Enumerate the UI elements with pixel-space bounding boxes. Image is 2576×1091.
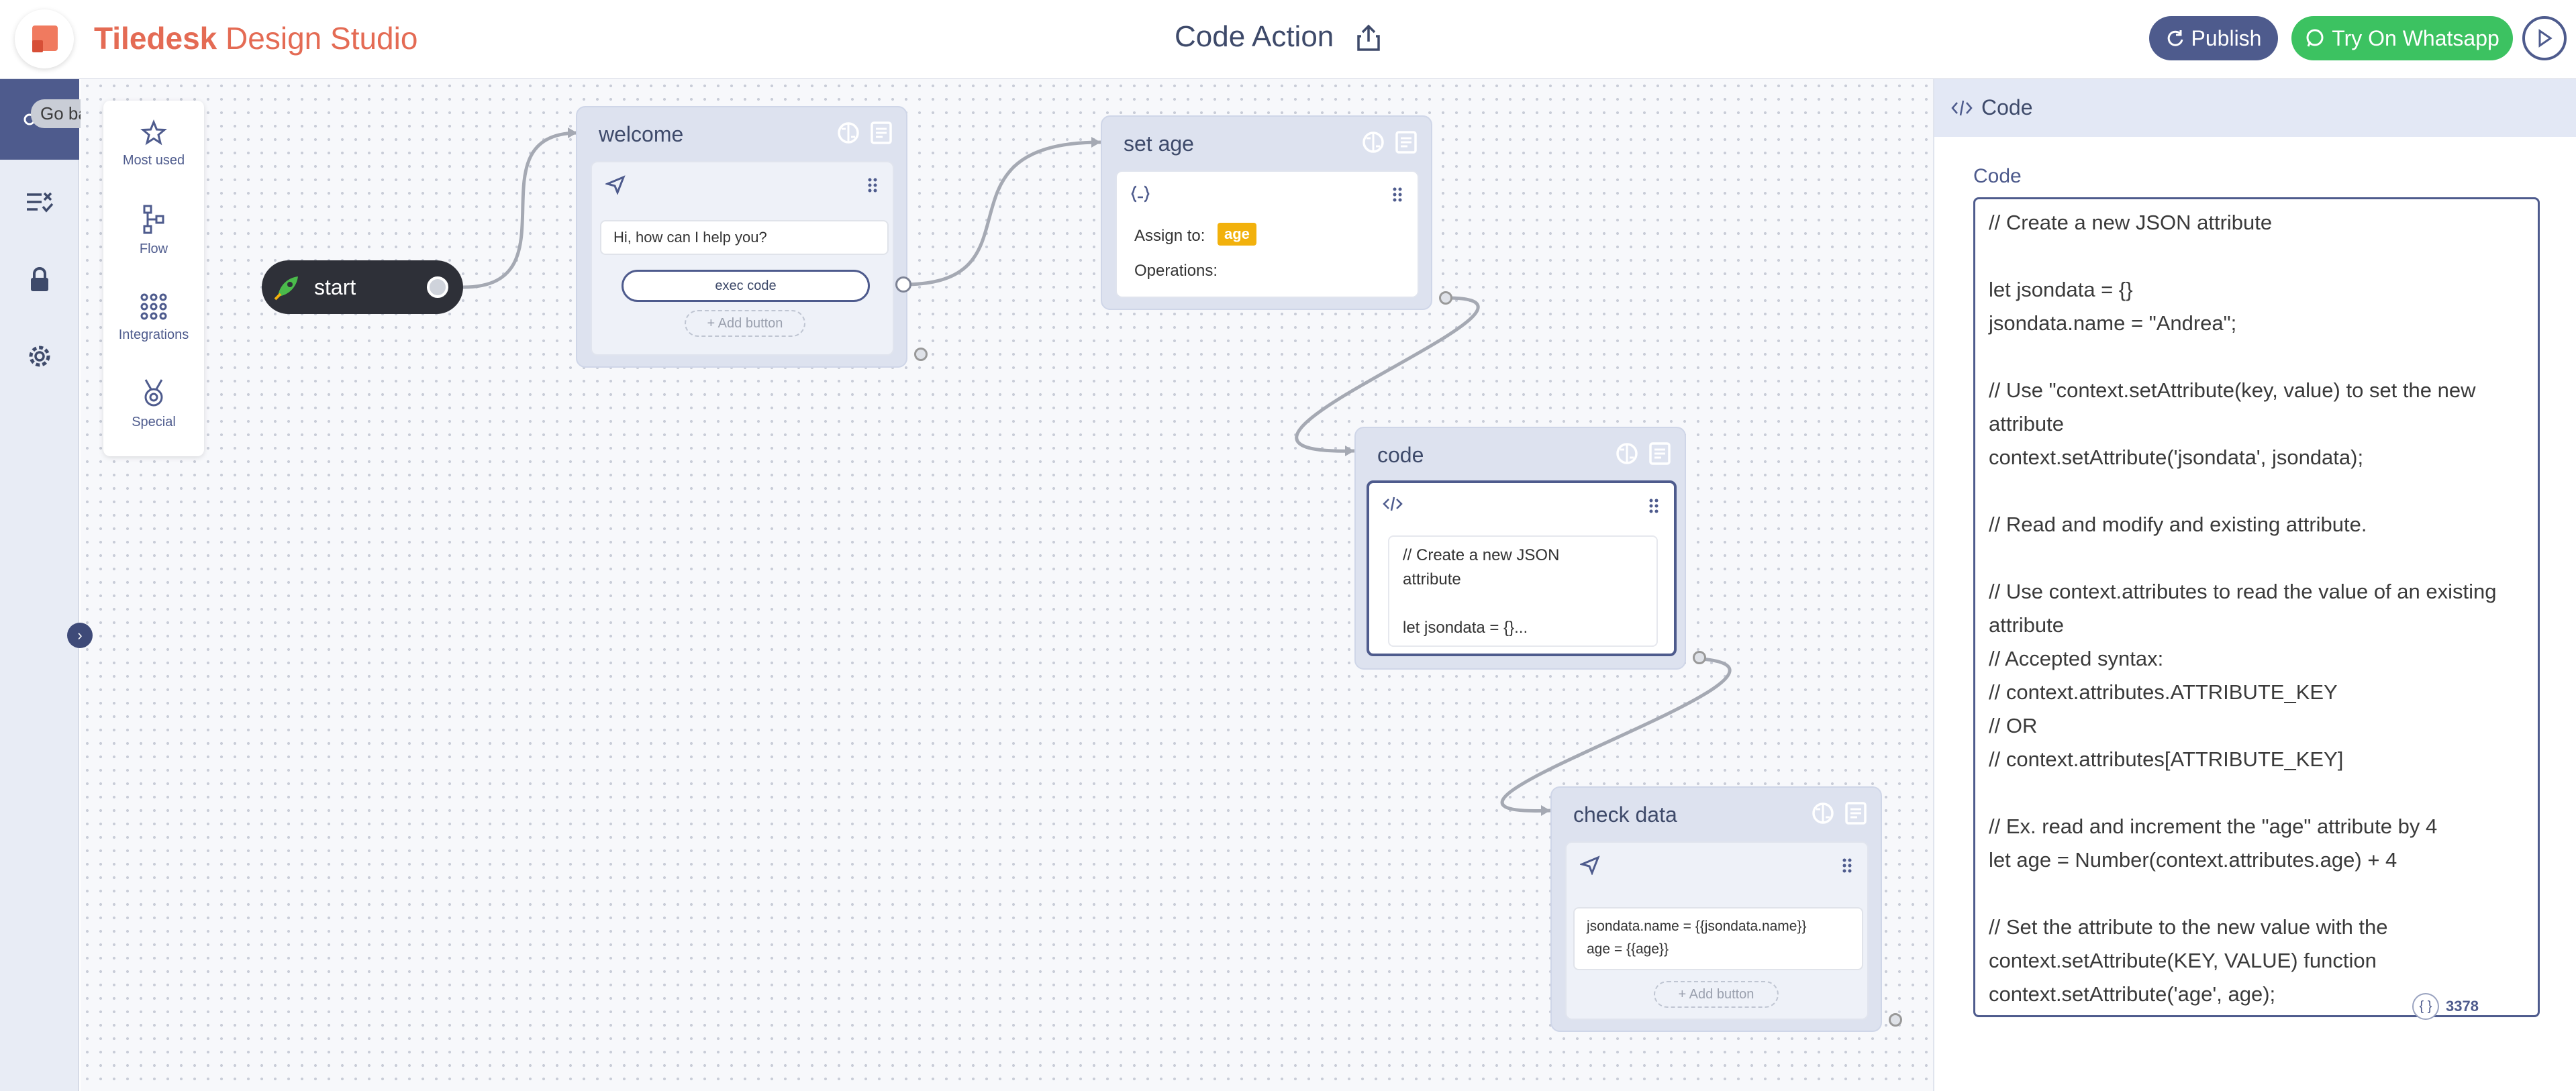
flow-icon [143, 205, 164, 234]
message-text[interactable]: Hi, how can I help you? [600, 220, 889, 255]
add-button[interactable]: + Add button [1654, 981, 1779, 1008]
code-action[interactable]: // Create a new JSON attribute let jsond… [1367, 480, 1677, 656]
play-button[interactable] [2522, 16, 2567, 60]
notes-icon[interactable] [1844, 801, 1867, 825]
add-button[interactable]: + Add button [685, 310, 805, 337]
code-line: attribute [1989, 412, 2065, 435]
code-preview[interactable]: // Create a new JSON attribute let jsond… [1388, 535, 1658, 647]
code-line: context.setAttribute(KEY, VALUE) functio… [1989, 949, 2377, 972]
brain-icon[interactable] [1361, 130, 1385, 154]
refresh-icon [2167, 30, 2183, 46]
set-age-output-port[interactable] [1439, 291, 1452, 305]
notes-icon[interactable] [1648, 441, 1671, 466]
code-line: jsondata.name = "Andrea"; [1989, 311, 2237, 335]
palette-flow[interactable]: Flow [103, 204, 204, 257]
code-line: // Use "context.setAttribute(key, value)… [1989, 378, 2476, 402]
code-line: // Accepted syntax: [1989, 647, 2164, 670]
drag-handle-icon[interactable] [1842, 858, 1852, 874]
operations-label: Operations: [1134, 262, 1218, 280]
integrations-icon [140, 293, 167, 320]
code-icon [1951, 100, 1973, 116]
palette-most-used[interactable]: Most used [103, 119, 204, 168]
braces-icon[interactable]: { } [2412, 993, 2439, 1020]
block-set-age[interactable]: set age Assign to: age Operations: [1101, 115, 1432, 310]
code-line: // Ex. read and increment the "age" attr… [1989, 815, 2438, 838]
variable-icon [1131, 185, 1150, 203]
publish-button[interactable]: Publish [2149, 16, 2278, 60]
brain-icon[interactable] [1615, 441, 1639, 466]
palette-special[interactable]: Special [103, 378, 204, 430]
code-editor[interactable]: // Create a new JSON attribute let jsonda… [1973, 197, 2540, 1017]
welcome-button-port[interactable] [895, 276, 911, 293]
try-whatsapp-button[interactable]: Try On Whatsapp [2291, 16, 2513, 60]
code-line: // OR [1989, 714, 2038, 737]
drag-handle-icon[interactable] [1392, 187, 1403, 203]
code-line: // context.attributes.ATTRIBUTE_KEY [1989, 680, 2338, 704]
assign-badge: age [1218, 223, 1256, 246]
block-title: welcome [599, 122, 684, 146]
exec-code-button[interactable]: exec code [622, 270, 870, 302]
block-code[interactable]: code // Create a new JSON attribute let … [1354, 427, 1686, 670]
brain-icon[interactable] [836, 121, 860, 145]
code-line: context.setAttribute('jsondata', jsondat… [1989, 446, 2364, 469]
panel-header: Code [1934, 79, 2576, 137]
palette-integrations[interactable]: Integrations [103, 293, 204, 343]
rocket-icon [274, 276, 298, 301]
block-title: check data [1573, 802, 1677, 827]
block-title: code [1377, 443, 1424, 467]
start-output-port[interactable] [427, 276, 448, 298]
notes-icon[interactable] [870, 121, 893, 145]
star-icon [140, 119, 167, 146]
code-icon [1383, 497, 1403, 511]
code-line: let age = Number(context.attributes.age)… [1989, 848, 2397, 872]
brain-icon[interactable] [1811, 801, 1835, 825]
start-node[interactable]: start [262, 260, 463, 314]
send-icon [605, 175, 626, 195]
send-icon [1580, 855, 1600, 875]
whatsapp-icon [2306, 29, 2324, 47]
message-text[interactable]: jsondata.name = {{jsondata.name}} age = … [1573, 907, 1863, 970]
action-palette: Most used Flow Integrations Special [103, 101, 204, 456]
check-data-output-port[interactable] [1889, 1013, 1902, 1027]
block-title: set age [1124, 132, 1194, 156]
code-line: // Use context.attributes to read the va… [1989, 580, 2497, 603]
send-message-action[interactable]: jsondata.name = {{jsondata.name}} age = … [1565, 841, 1869, 1020]
code-detail-panel: Code Code // Create a new JSON attribute… [1933, 79, 2576, 1091]
medal-icon [144, 379, 163, 407]
set-attribute-action[interactable]: Assign to: age Operations: [1116, 170, 1419, 298]
code-output-port[interactable] [1693, 651, 1706, 664]
block-welcome[interactable]: welcome Hi, how can I help you? exec cod… [576, 106, 907, 368]
chevron-right-icon: › [77, 627, 83, 643]
code-line: // Read and modify and existing attribut… [1989, 513, 2367, 536]
code-line: // context.attributes[ATTRIBUTE_KEY] [1989, 747, 2344, 771]
welcome-output-port[interactable] [914, 348, 928, 361]
code-line: let jsondata = {} [1989, 278, 2133, 301]
send-message-action[interactable]: Hi, how can I help you? exec code + Add … [591, 161, 894, 356]
assign-label: Assign to: [1134, 227, 1205, 245]
drag-handle-icon[interactable] [1648, 498, 1659, 514]
expand-panel-button[interactable]: › [67, 623, 93, 648]
char-counter: { } 3378 [2412, 993, 2479, 1020]
code-line: attribute [1989, 613, 2065, 637]
code-line: // Create a new JSON attribute [1989, 211, 2273, 234]
code-line: // Set the attribute to the new value wi… [1989, 915, 2388, 939]
code-field-label: Code [1973, 165, 2022, 187]
play-icon [2538, 29, 2553, 48]
notes-icon[interactable] [1395, 130, 1418, 154]
drag-handle-icon[interactable] [867, 177, 878, 193]
block-check-data[interactable]: check data jsondata.name = {{jsondata.na… [1550, 786, 1882, 1032]
